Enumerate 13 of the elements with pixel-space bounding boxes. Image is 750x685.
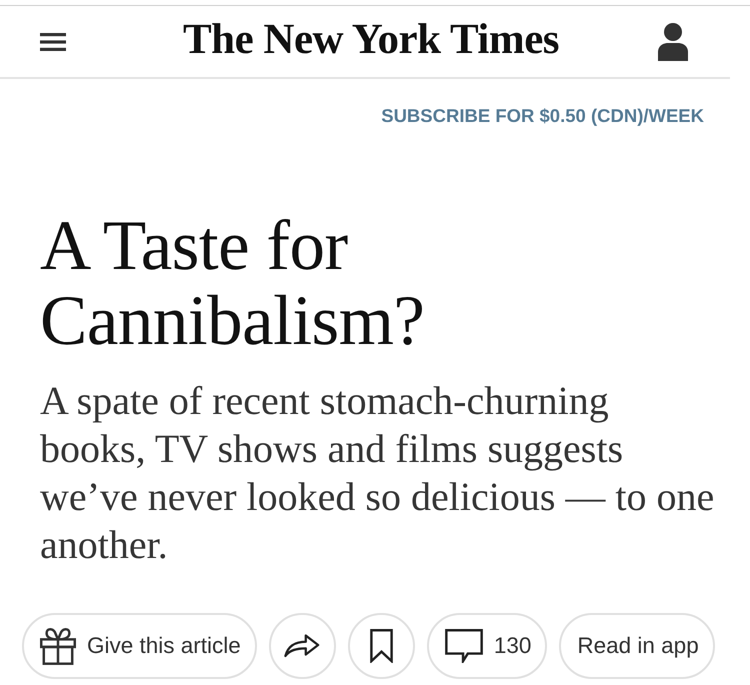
site-logo[interactable]: The New York Times (182, 18, 560, 61)
comment-icon (444, 628, 483, 662)
account-icon[interactable] (658, 22, 688, 60)
gift-button[interactable]: Give this article (22, 612, 257, 678)
comments-button[interactable]: 130 (426, 612, 548, 678)
bookmark-icon (370, 628, 393, 662)
article-summary: A spate of recent stomach-churning books, TV shows and films suggests we’ve never looked so delicious — to one another. (40, 376, 716, 568)
read-in-app-button[interactable]: Read in app (559, 612, 715, 678)
menu-icon[interactable] (40, 32, 66, 50)
gift-icon (40, 626, 76, 664)
share-arrow-icon (284, 633, 320, 658)
subscribe-link[interactable]: SUBSCRIBE FOR $0.50 (CDN)/WEEK (381, 107, 704, 126)
article-headline: A Taste for Cannibalism? (40, 208, 426, 358)
